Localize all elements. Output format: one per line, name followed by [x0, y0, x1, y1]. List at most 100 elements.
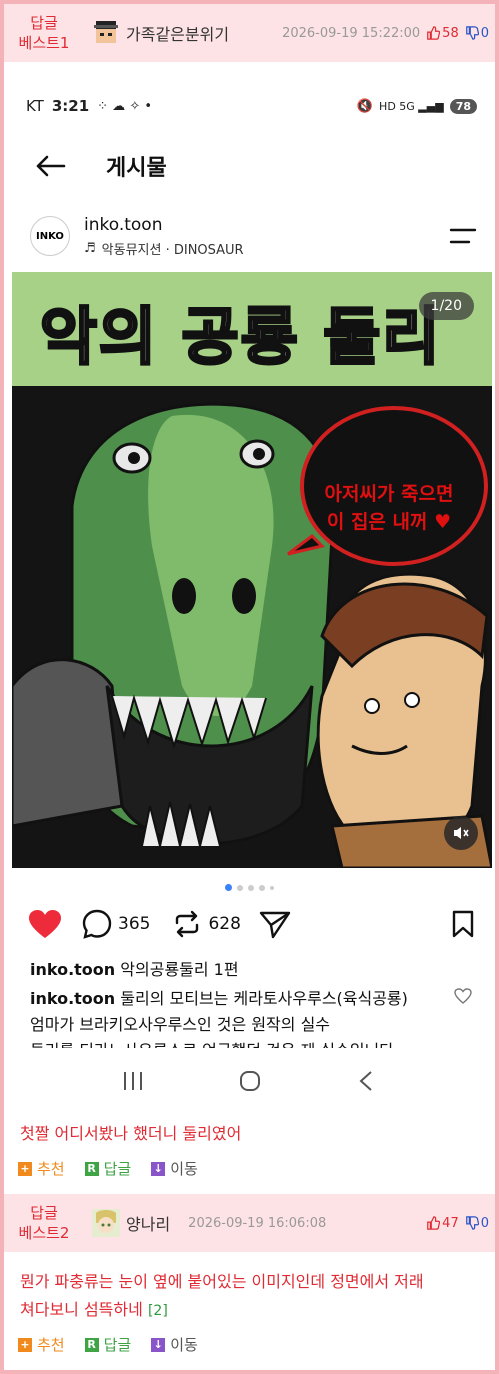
slide-counter: 1/20 [418, 292, 474, 320]
page-title: 게시물 [106, 156, 167, 181]
upvote-button[interactable]: 47 [426, 1216, 459, 1231]
avatar [92, 19, 120, 47]
downvote-button[interactable]: 0 [465, 26, 489, 41]
carrier-label: KT [26, 97, 44, 115]
move-button[interactable]: ↓ 이동 [151, 1334, 198, 1355]
reply-button[interactable]: R 답글 [84, 1334, 132, 1355]
reply-label: 답글 [103, 1336, 132, 1354]
vote-counts: 47 0 [426, 1216, 489, 1231]
caption-comment: inko.toon 둘리의 모티브는 케라토사우루스(육식공룡) 엄마가 브라키… [30, 986, 450, 1048]
share-send-icon[interactable] [259, 909, 291, 939]
carousel-dot [237, 884, 243, 891]
reply-header-2: 답글 베스트2 양나리 2026-09-19 16:06:08 47 0 [4, 1194, 495, 1252]
vote-counts: 58 0 [426, 26, 489, 41]
upvote-count: 47 [442, 1215, 459, 1231]
avatar [92, 1209, 120, 1237]
carousel-dot [248, 884, 254, 891]
post-image[interactable]: 악의 공룡 둘리 1/20 아저씨가 죽으면 이 집은 내꺼 ♥ [12, 272, 492, 868]
downvote-count: 0 [480, 1215, 489, 1231]
recommend-label: 추천 [37, 1336, 65, 1354]
reply-r-icon: R [84, 1161, 99, 1176]
reply-body-1: 첫짤 어디서봤나 했더니 둘리였어 [20, 1124, 242, 1143]
caption-username[interactable]: inko.toon [30, 960, 115, 979]
repost-button[interactable]: 628 [172, 909, 241, 939]
image-title: 악의 공룡 둘리 [38, 299, 442, 375]
move-label: 이동 [170, 1336, 198, 1354]
bookmark-icon[interactable] [451, 910, 475, 938]
carousel-dot [270, 885, 274, 890]
attached-screenshot: KT 3:21 ⁘ ☁ ✧ • 🔇 HD 5G ▂▄▆ 78 게시물 INKO … [4, 66, 495, 1106]
music-tag[interactable]: ♬ 악동뮤지션 · DINOSAUR [84, 239, 244, 258]
best-badge: 답글 베스트2 [4, 1203, 84, 1243]
thumbs-down-icon [465, 26, 479, 40]
timestamp: 2026-09-19 16:06:08 [188, 1215, 327, 1231]
down-arrow-icon: ↓ [151, 1161, 166, 1176]
comment-text-line-2: 엄마가 브라키오사우루스인 것은 원작의 실수 [30, 1015, 331, 1034]
reply-r-icon: R [84, 1337, 99, 1352]
comment-username[interactable]: inko.toon [30, 989, 115, 1008]
upvote-count: 58 [442, 25, 459, 41]
reply-actions-1: + 추천 R 답글 ↓ 이동 [18, 1158, 198, 1179]
mute-icon: 🔇 [356, 98, 374, 114]
thumbs-down-icon [465, 1216, 479, 1230]
best-label-bottom: 베스트1 [18, 34, 70, 52]
dinosaur-illustration [12, 386, 492, 868]
reply-text-line-2: 쳐다보니 섬뜩하네 [20, 1300, 143, 1319]
back-arrow-icon[interactable] [34, 154, 66, 178]
recommend-button[interactable]: + 추천 [18, 1334, 65, 1355]
clock: 3:21 [51, 97, 90, 115]
caption-text: 악의공룡둘리 1편 [120, 960, 239, 979]
battery-indicator: 78 [449, 98, 477, 114]
music-note-icon: ♬ [84, 240, 96, 256]
menu-icon[interactable] [449, 227, 477, 245]
nav-back-icon[interactable] [355, 1070, 379, 1092]
recent-apps-icon[interactable] [121, 1070, 145, 1092]
speech-line-2: 이 집은 내꺼 ♥ [326, 511, 452, 533]
repost-icon [176, 910, 199, 938]
nickname[interactable]: 양나리 [126, 1211, 170, 1235]
music-label: 악동뮤지션 · DINOSAUR [101, 242, 244, 258]
reply-header-1: 답글 베스트1 가족같은분위기 2026-09-19 15:22:00 58 0 [4, 4, 495, 62]
recommend-button[interactable]: + 추천 [18, 1158, 65, 1179]
profile-avatar[interactable]: INKO [30, 216, 70, 256]
best-label-top: 답글 [30, 14, 58, 32]
best-badge: 답글 베스트1 [4, 13, 84, 53]
phone-status-bar: KT 3:21 ⁘ ☁ ✧ • 🔇 HD 5G ▂▄▆ 78 [4, 94, 495, 118]
down-arrow-icon: ↓ [151, 1337, 166, 1352]
comment-bubble-icon [82, 909, 112, 939]
comment-like-icon[interactable] [454, 988, 472, 1004]
home-icon[interactable] [238, 1070, 262, 1092]
signal-icon: HD 5G ▂▄▆ [379, 99, 444, 113]
post-username[interactable]: inko.toon [84, 215, 244, 235]
caption-line-1: inko.toon 악의공룡둘리 1편 [30, 956, 239, 980]
android-nav-bar [4, 1066, 495, 1096]
heart-icon[interactable] [28, 909, 62, 939]
reply-count-link[interactable]: [2] [148, 1303, 168, 1319]
nickname[interactable]: 가족같은분위기 [126, 21, 229, 45]
thumbs-up-icon [427, 26, 441, 40]
speech-bubble-text: 아저씨가 죽으면 이 집은 내꺼 ♥ [304, 480, 474, 536]
reply-actions-2: + 추천 R 답글 ↓ 이동 [18, 1334, 198, 1355]
post-actions: 365 628 [4, 906, 495, 942]
carousel-dot-active [225, 884, 232, 891]
best-label-top: 답글 [30, 1204, 58, 1222]
image-title-band: 악의 공룡 둘리 [12, 272, 492, 386]
mute-toggle-button[interactable] [444, 816, 478, 850]
app-bar: 게시물 [4, 146, 495, 186]
downvote-button[interactable]: 0 [465, 1216, 489, 1231]
plus-icon: + [18, 1161, 32, 1176]
repost-count: 628 [208, 914, 241, 934]
reply-button[interactable]: R 답글 [84, 1158, 131, 1179]
carousel-dot [259, 884, 265, 891]
post-header: INKO inko.toon ♬ 악동뮤지션 · DINOSAUR [4, 208, 495, 264]
move-label: 이동 [170, 1160, 198, 1178]
plus-icon: + [18, 1337, 32, 1352]
comment-button[interactable]: 365 [82, 909, 150, 939]
upvote-button[interactable]: 58 [426, 26, 459, 41]
carousel-dots [4, 884, 495, 891]
reply-text-line-1: 뭔가 파충류는 눈이 옆에 붙어있는 이미지인데 정면에서 저래 [20, 1272, 424, 1291]
thumbs-up-icon [427, 1216, 441, 1230]
move-button[interactable]: ↓ 이동 [151, 1158, 198, 1179]
comment-count: 365 [118, 914, 151, 934]
speaker-muted-icon [454, 827, 469, 839]
